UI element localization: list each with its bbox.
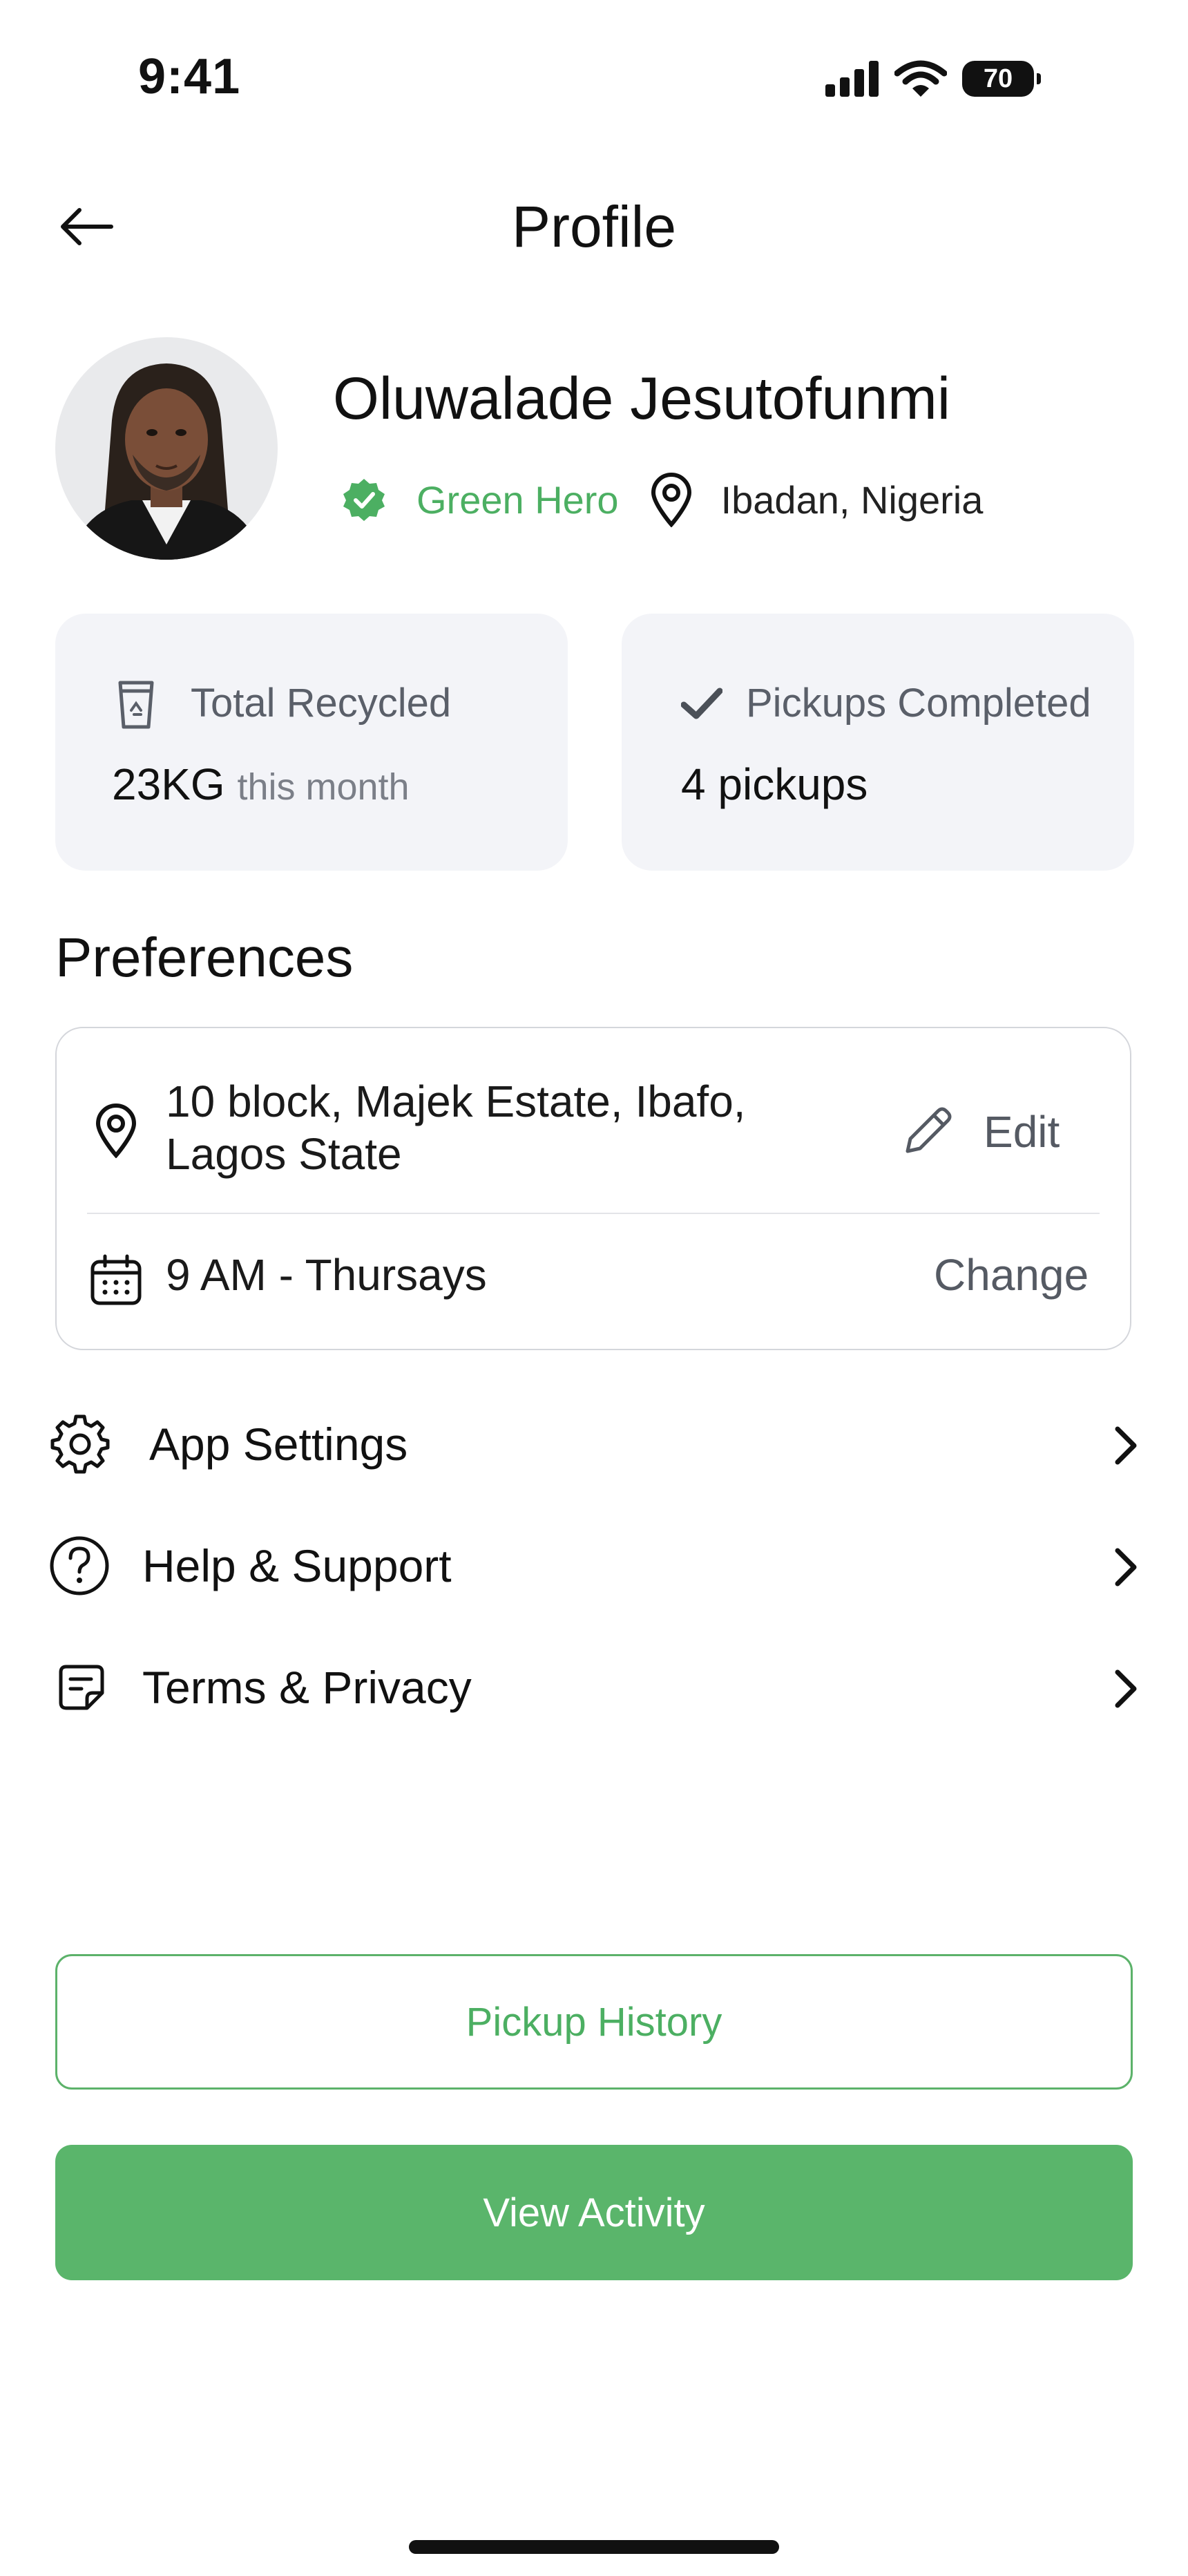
pickups-completed-label: Pickups Completed	[746, 681, 1091, 726]
pencil-icon	[906, 1107, 952, 1153]
menu-item-help-support[interactable]: Help & Support	[48, 1524, 1140, 1607]
menu-label: Help & Support	[142, 1540, 452, 1591]
menu-item-terms-privacy[interactable]: Terms & Privacy	[48, 1646, 1140, 1729]
pickups-completed-value: 4 pickups	[681, 759, 868, 809]
help-circle-icon	[50, 1536, 109, 1595]
calendar-icon	[90, 1254, 142, 1305]
pickup-history-button[interactable]: Pickup History	[55, 1954, 1133, 2090]
view-activity-button[interactable]: View Activity	[55, 2145, 1133, 2280]
preferences-heading: Preferences	[55, 927, 354, 988]
status-icons: 70	[825, 58, 1041, 100]
page-title: Profile	[511, 194, 677, 259]
status-badge: Green Hero	[416, 477, 619, 522]
verified-badge-icon	[343, 479, 385, 521]
user-location: Ibadan, Nigeria	[720, 477, 984, 522]
menu-label: App Settings	[149, 1419, 408, 1470]
wifi-icon	[894, 60, 947, 97]
divider	[87, 1213, 1100, 1214]
signal-icon	[825, 61, 879, 97]
total-recycled-card: Total Recycled 23KG this month	[55, 614, 568, 871]
avatar	[55, 337, 278, 560]
total-recycled-label: Total Recycled	[191, 681, 452, 726]
home-indicator[interactable]	[409, 2540, 779, 2554]
recycle-bin-icon	[118, 681, 154, 729]
pickup-schedule: 9 AM - Thursays	[166, 1250, 487, 1300]
location-pin-icon	[95, 1104, 137, 1158]
battery-indicator: 70	[962, 61, 1041, 97]
total-recycled-value: 23KG this month	[112, 759, 410, 810]
change-schedule-button[interactable]: Change	[934, 1249, 1089, 1300]
menu-label: Terms & Privacy	[142, 1662, 472, 1713]
pickup-address: 10 block, Majek Estate, Ibafo, Lagos Sta…	[166, 1077, 746, 1179]
profile-screen: 9:41 70 Profile Oluwalade Jesutofunmi Gr…	[0, 0, 1188, 2576]
document-icon	[59, 1665, 104, 1710]
checkmark-icon	[681, 688, 722, 719]
status-time: 9:41	[138, 49, 241, 104]
recycled-period: this month	[237, 766, 410, 808]
edit-address-button[interactable]: Edit	[898, 1099, 1060, 1165]
profile-meta: Green Hero Ibadan, Nigeria	[342, 470, 983, 529]
user-name: Oluwalade Jesutofunmi	[333, 366, 950, 432]
chevron-right-icon	[1115, 1426, 1137, 1465]
chevron-right-icon	[1115, 1669, 1137, 1708]
edit-label: Edit	[984, 1107, 1060, 1157]
pickups-completed-card: Pickups Completed 4 pickups	[622, 614, 1134, 871]
gear-icon	[50, 1414, 110, 1474]
chevron-right-icon	[1115, 1548, 1137, 1587]
menu-item-app-settings[interactable]: App Settings	[48, 1403, 1140, 1486]
location-pin-icon	[651, 473, 691, 527]
recycled-amount: 23KG	[112, 759, 225, 809]
